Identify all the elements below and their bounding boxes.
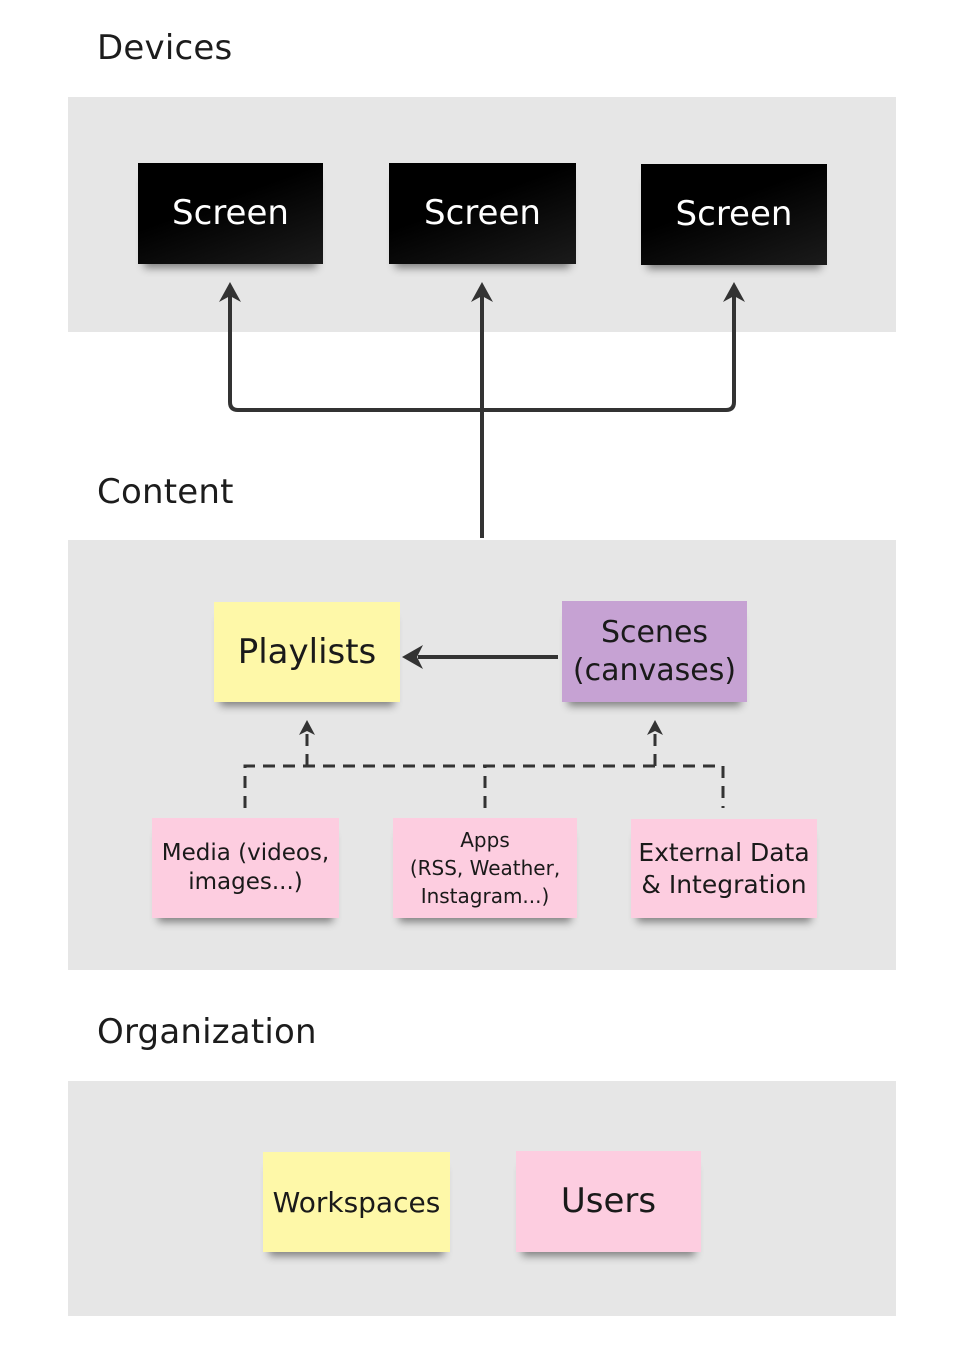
screen-label: Screen <box>424 193 541 234</box>
organization-panel <box>68 1081 896 1316</box>
section-title-content: Content <box>97 472 234 512</box>
screen-note-2[interactable]: Screen <box>389 163 576 264</box>
screen-note-1[interactable]: Screen <box>138 163 323 264</box>
screen-note-3[interactable]: Screen <box>641 164 827 265</box>
scenes-label-line2: (canvases) <box>572 652 737 688</box>
scenes-label-line1: Scenes <box>600 615 709 650</box>
media-label-line1: Media (videos, <box>161 840 330 867</box>
workspaces-label: Workspaces <box>272 1185 441 1219</box>
external-data-label-line1: External Data <box>638 838 810 868</box>
external-data-note[interactable]: External Data & Integration <box>631 819 817 918</box>
users-label: Users <box>560 1181 657 1222</box>
external-data-label-line2: & Integration <box>641 869 807 899</box>
apps-label-line3: Instagram...) <box>420 884 550 908</box>
apps-note[interactable]: Apps (RSS, Weather, Instagram...) <box>393 818 577 918</box>
media-label-line2: images...) <box>188 869 303 895</box>
screen-distribution-connector <box>228 296 736 538</box>
playlists-note[interactable]: Playlists <box>214 602 400 702</box>
section-title-devices: Devices <box>97 28 233 68</box>
media-note[interactable]: Media (videos, images...) <box>152 818 339 918</box>
apps-label-line1: Apps <box>460 828 510 852</box>
section-title-organization: Organization <box>97 1012 317 1052</box>
workspaces-note[interactable]: Workspaces <box>263 1152 450 1252</box>
playlists-label: Playlists <box>237 631 377 672</box>
screen-label: Screen <box>172 193 289 234</box>
apps-label-line2: (RSS, Weather, <box>409 856 561 880</box>
scenes-note[interactable]: Scenes (canvases) <box>562 601 747 702</box>
users-note[interactable]: Users <box>516 1151 701 1252</box>
screen-label: Screen <box>675 194 793 235</box>
